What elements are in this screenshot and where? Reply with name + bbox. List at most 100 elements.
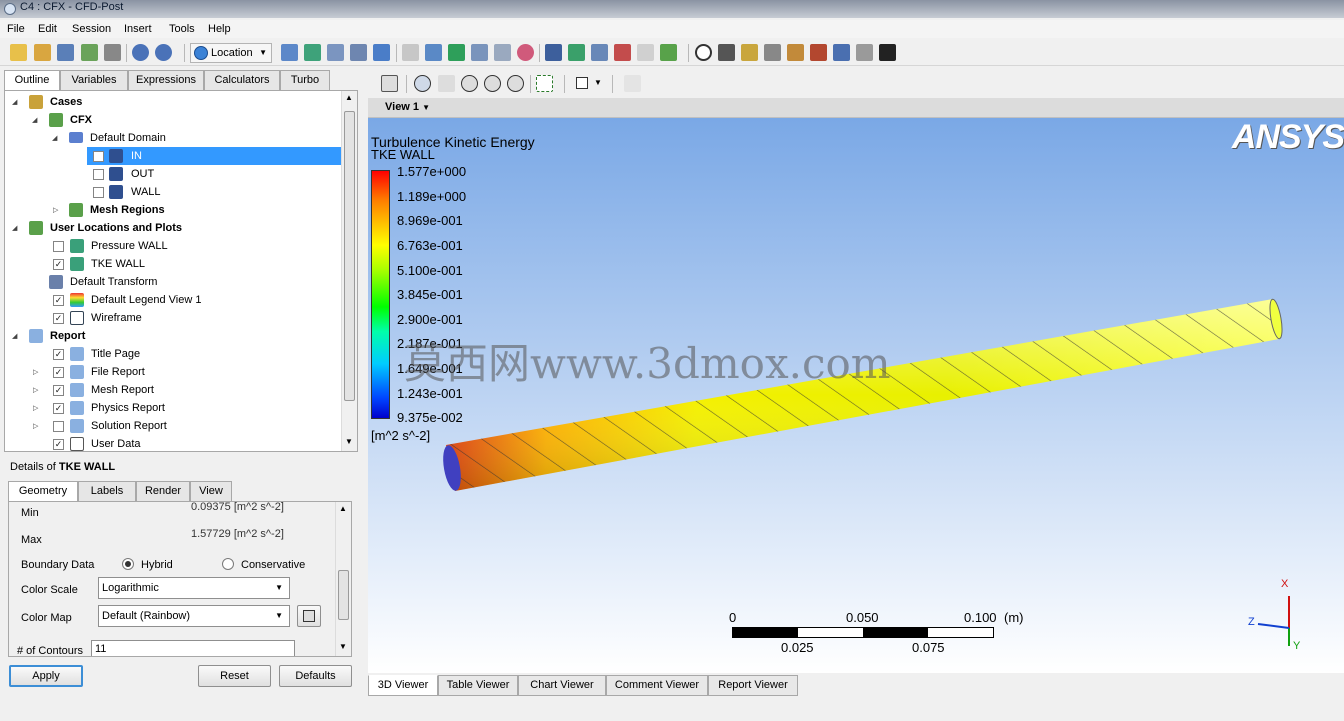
table-icon[interactable]	[591, 44, 608, 61]
chart-icon[interactable]	[614, 44, 631, 61]
apply-button[interactable]: Apply	[9, 665, 83, 687]
expand-toggle-icon[interactable]: ◢	[12, 98, 17, 106]
function-calculator-icon[interactable]	[787, 44, 804, 61]
viewport-layout-dropdown[interactable]: ▼	[574, 76, 604, 92]
tree-item-default-legend[interactable]: Default Legend View 1	[91, 291, 202, 309]
tab-table-viewer[interactable]: Table Viewer	[438, 675, 518, 696]
screenshot-icon[interactable]	[104, 44, 121, 61]
collapse-toggle-icon[interactable]: ▷	[33, 368, 38, 376]
expand-toggle-icon[interactable]: ◢	[12, 224, 17, 232]
tree-item-default-domain[interactable]: Default Domain	[90, 129, 166, 147]
menu-session[interactable]: Session	[72, 23, 111, 35]
visibility-checkbox[interactable]	[53, 241, 64, 252]
visibility-checkbox[interactable]: ✓	[53, 349, 64, 360]
tab-geometry[interactable]: Geometry	[8, 481, 78, 502]
save-state-icon[interactable]	[81, 44, 98, 61]
comment-icon[interactable]	[637, 44, 654, 61]
details-scrollbar[interactable]: ▲ ▼	[335, 502, 351, 656]
open-case-icon[interactable]	[34, 44, 51, 61]
tree-item-in-row[interactable]	[87, 147, 341, 165]
text-icon[interactable]	[402, 44, 419, 61]
quick-editor-icon[interactable]	[741, 44, 758, 61]
scroll-thumb[interactable]	[338, 570, 349, 620]
expression-icon[interactable]	[568, 44, 585, 61]
scroll-down-icon[interactable]: ▼	[339, 642, 347, 651]
visibility-checkbox[interactable]: ✓	[53, 385, 64, 396]
tree-item-cfx[interactable]: CFX	[70, 111, 92, 129]
zoom-icon[interactable]	[461, 75, 478, 92]
streamline-icon[interactable]	[327, 44, 344, 61]
tree-item-wireframe[interactable]: Wireframe	[91, 309, 142, 327]
view-selector[interactable]: View 1 ▼	[385, 101, 430, 113]
tree-item-cases[interactable]: Cases	[50, 93, 82, 111]
timestep-icon[interactable]	[695, 44, 712, 61]
menu-file[interactable]: File	[7, 23, 25, 35]
tree-item-default-transform[interactable]: Default Transform	[70, 273, 157, 291]
fit-view-icon[interactable]	[507, 75, 524, 92]
tab-render[interactable]: Render	[136, 481, 190, 502]
animation-icon[interactable]	[718, 44, 735, 61]
visibility-checkbox[interactable]	[93, 169, 104, 180]
tree-item-physics-report[interactable]: Physics Report	[91, 399, 165, 417]
undo-icon[interactable]	[132, 44, 149, 61]
collapse-toggle-icon[interactable]: ▷	[33, 422, 38, 430]
visibility-checkbox[interactable]: ✓	[53, 259, 64, 270]
tree-item-user-locations[interactable]: User Locations and Plots	[50, 219, 182, 237]
macro-calculator-icon[interactable]	[810, 44, 827, 61]
tab-turbo[interactable]: Turbo	[280, 70, 330, 91]
tree-item-tke-wall[interactable]: TKE WALL	[91, 255, 145, 273]
visibility-checkbox[interactable]: ✓	[53, 367, 64, 378]
menu-tools[interactable]: Tools	[169, 23, 195, 35]
volume-rendering-icon[interactable]	[373, 44, 390, 61]
reset-button[interactable]: Reset	[198, 665, 271, 687]
defaults-button[interactable]: Defaults	[279, 665, 352, 687]
new-case-icon[interactable]	[10, 44, 27, 61]
menu-insert[interactable]: Insert	[124, 23, 152, 35]
rotate-icon[interactable]	[414, 75, 431, 92]
scroll-up-icon[interactable]: ▲	[339, 504, 347, 513]
3d-viewport[interactable]: ANSYS Turbulence Kinetic Energy TKE WALL…	[368, 118, 1344, 673]
scroll-down-icon[interactable]: ▼	[345, 437, 353, 446]
tab-variables[interactable]: Variables	[60, 70, 128, 91]
color-scale-select[interactable]: Logarithmic ▼	[98, 577, 290, 599]
tree-item-title-page[interactable]: Title Page	[91, 345, 140, 363]
whats-this-icon[interactable]	[624, 75, 641, 92]
figure-icon[interactable]	[660, 44, 677, 61]
tree-item-user-data[interactable]: User Data	[91, 435, 141, 451]
conservative-radio[interactable]	[222, 558, 234, 570]
tree-item-pressure-wall[interactable]: Pressure WALL	[91, 237, 168, 255]
variable-icon[interactable]	[545, 44, 562, 61]
expand-toggle-icon[interactable]: ◢	[12, 332, 17, 340]
tab-chart-viewer[interactable]: Chart Viewer	[518, 675, 606, 696]
highlight-icon[interactable]	[536, 75, 553, 92]
command-editor-icon[interactable]	[879, 44, 896, 61]
collapse-toggle-icon[interactable]: ▷	[33, 386, 38, 394]
tree-item-out[interactable]: OUT	[131, 165, 154, 183]
tab-labels[interactable]: Labels	[78, 481, 136, 502]
probe-icon[interactable]	[764, 44, 781, 61]
coordinate-frame-icon[interactable]	[425, 44, 442, 61]
tree-item-mesh-report[interactable]: Mesh Report	[91, 381, 154, 399]
visibility-checkbox[interactable]	[53, 421, 64, 432]
tree-item-in[interactable]: IN	[131, 147, 142, 165]
visibility-checkbox[interactable]: ✓	[53, 313, 64, 324]
tab-calculators[interactable]: Calculators	[204, 70, 280, 91]
vector-icon[interactable]	[281, 44, 298, 61]
visibility-checkbox[interactable]	[93, 187, 104, 198]
expand-toggle-icon[interactable]: ◢	[32, 116, 37, 124]
case-comparison-icon[interactable]	[856, 44, 873, 61]
location-dropdown[interactable]: Location ▼	[190, 43, 272, 63]
tab-comment-viewer[interactable]: Comment Viewer	[606, 675, 708, 696]
edit-color-map-button[interactable]	[297, 605, 321, 627]
scroll-thumb[interactable]	[344, 111, 355, 401]
collapse-toggle-icon[interactable]: ▷	[53, 206, 58, 214]
select-icon[interactable]	[381, 75, 398, 92]
visibility-checkbox[interactable]: ✓	[53, 439, 64, 450]
pan-icon[interactable]	[438, 75, 455, 92]
mesh-calculator-icon[interactable]	[833, 44, 850, 61]
visibility-checkbox[interactable]: ✓	[53, 403, 64, 414]
tab-expressions[interactable]: Expressions	[128, 70, 204, 91]
clip-plane-icon[interactable]	[494, 44, 511, 61]
color-map-icon[interactable]	[517, 44, 534, 61]
redo-icon[interactable]	[155, 44, 172, 61]
